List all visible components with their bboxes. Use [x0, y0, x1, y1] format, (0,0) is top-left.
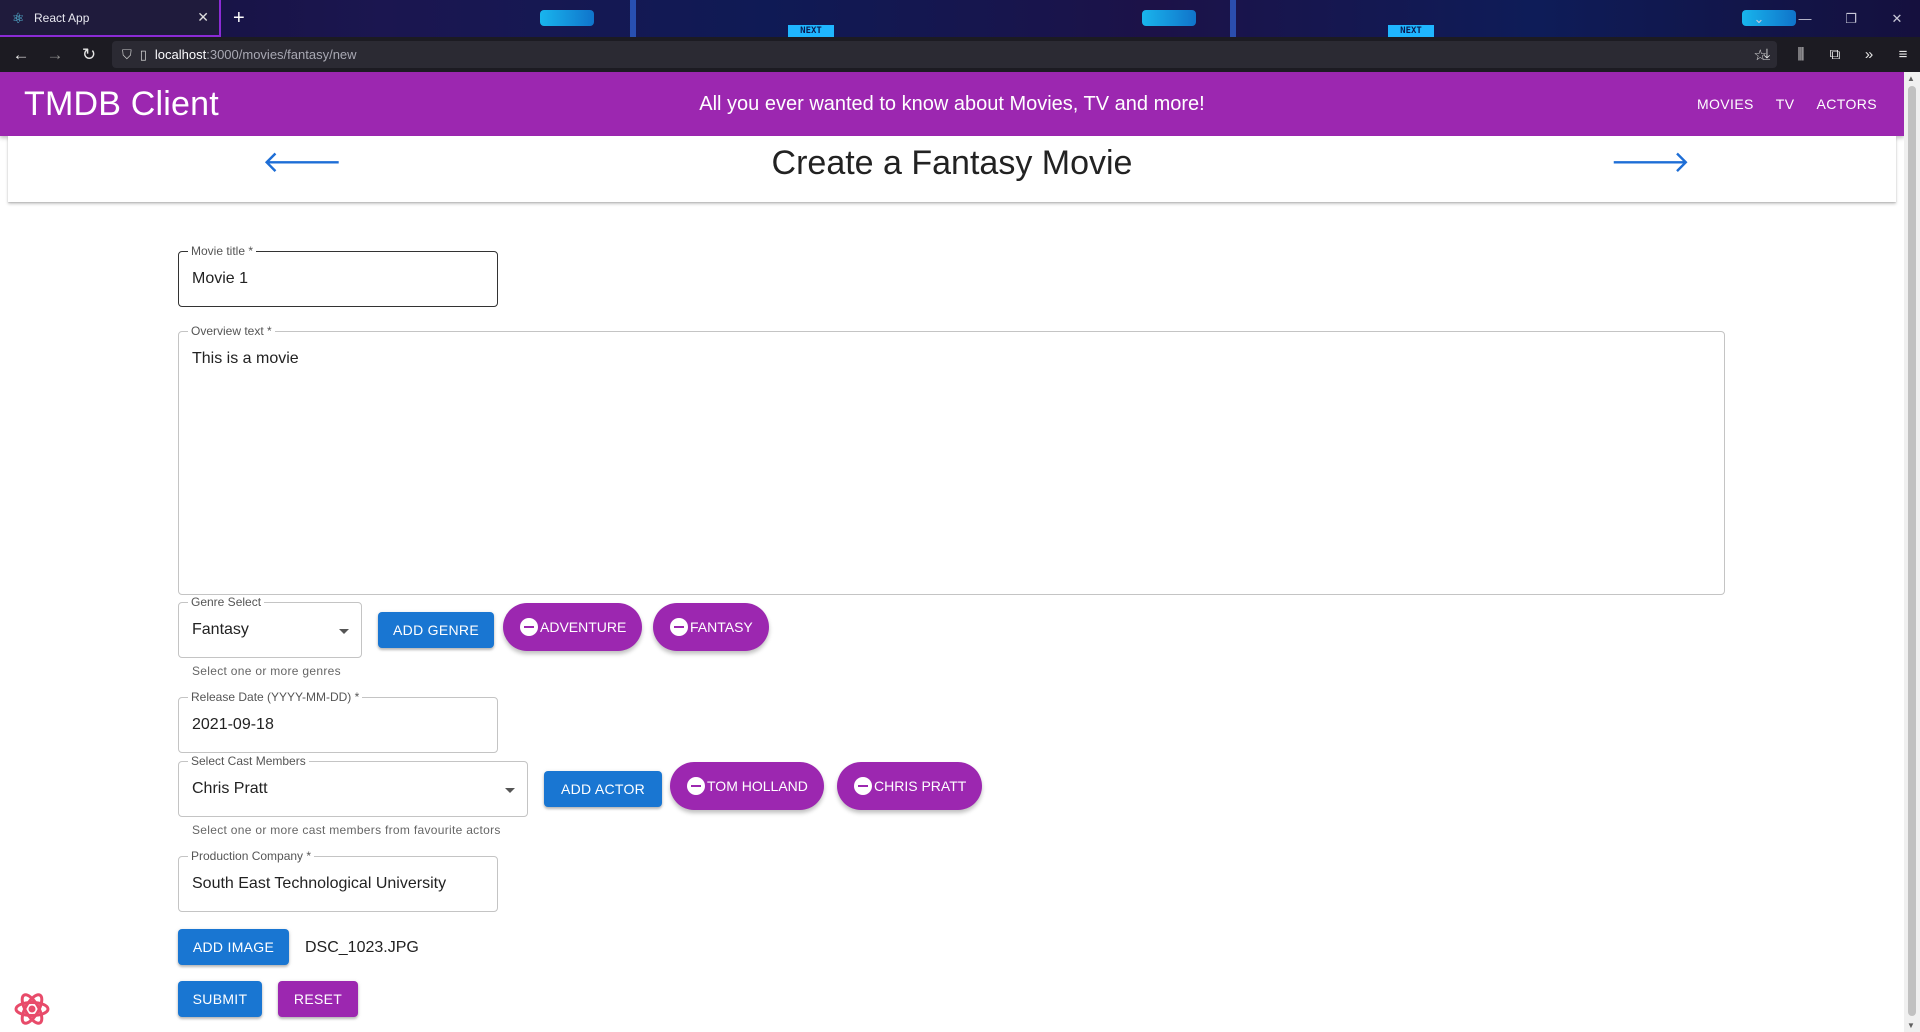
- library-icon[interactable]: ⫼: [1784, 46, 1818, 63]
- production-company-value[interactable]: South East Technological University: [192, 875, 446, 893]
- add-image-button[interactable]: ADD IMAGE: [178, 929, 289, 965]
- browser-tab[interactable]: ⚛ React App ✕: [0, 0, 221, 37]
- cast-select[interactable]: Select Cast Members Chris Pratt: [178, 754, 528, 817]
- back-icon[interactable]: ←: [4, 45, 38, 65]
- genre-select-label: Genre Select: [188, 595, 265, 609]
- cast-chip[interactable]: CHRIS PRATT: [837, 762, 983, 810]
- cast-chip-label: TOM HOLLAND: [707, 778, 808, 794]
- cast-chip[interactable]: TOM HOLLAND: [670, 762, 824, 810]
- tab-title: React App: [34, 10, 90, 25]
- page-header: 🡐 Create a Fantasy Movie 🡒: [8, 136, 1896, 202]
- remove-circle-icon[interactable]: [670, 618, 688, 636]
- close-window-icon[interactable]: ✕: [1874, 0, 1920, 37]
- address-bar[interactable]: ⛉ ▯ localhost:3000/movies/fantasy/new ☆: [112, 41, 1777, 68]
- url-text[interactable]: localhost:3000/movies/fantasy/new: [155, 47, 357, 62]
- submit-button[interactable]: SUBMIT: [178, 981, 262, 1017]
- tab-bar-decoration: [1230, 0, 1236, 37]
- menu-icon[interactable]: ≡: [1886, 46, 1920, 63]
- arrow-forward-icon[interactable]: 🡒: [1610, 144, 1690, 180]
- genre-select[interactable]: Genre Select Fantasy: [178, 595, 362, 658]
- restore-icon[interactable]: ❐: [1828, 0, 1874, 37]
- menu-item-tv[interactable]: TV: [1765, 88, 1806, 120]
- image-filename: DSC_1023.JPG: [305, 939, 419, 956]
- forward-icon[interactable]: →: [38, 45, 72, 65]
- window-controls: ⌄ — ❐ ✕: [1736, 0, 1920, 37]
- release-date-value[interactable]: 2021-09-18: [192, 716, 274, 734]
- page-content: TMDB Client All you ever wanted to know …: [0, 72, 1904, 1032]
- cast-select-label: Select Cast Members: [188, 754, 309, 768]
- scroll-up-arrow-icon[interactable]: ▲: [1907, 74, 1915, 83]
- browser-toolbar-right: ⤓ ⫼ ⧉ » ≡: [1750, 37, 1920, 72]
- genre-chip-label: ADVENTURE: [540, 619, 627, 635]
- cast-helper-text: Select one or more cast members from fav…: [192, 823, 501, 837]
- dropdown-arrow-icon[interactable]: [505, 788, 515, 793]
- page-scrollbar[interactable]: ▲ ▼: [1904, 72, 1920, 1032]
- brand-title: TMDB Client: [24, 84, 219, 123]
- movie-title-label: Movie title *: [188, 244, 257, 258]
- remove-circle-icon[interactable]: [854, 777, 872, 795]
- overview-label: Overview text *: [188, 324, 275, 338]
- list-all-tabs-icon[interactable]: ⌄: [1736, 0, 1782, 37]
- react-favicon-icon: ⚛: [12, 9, 25, 26]
- tab-bar-decoration-text: NEXT: [1388, 25, 1434, 37]
- scrollbar-thumb[interactable]: [1908, 86, 1916, 1016]
- tab-bar-decoration: [630, 0, 636, 37]
- production-company-field[interactable]: Production Company * South East Technolo…: [178, 849, 498, 912]
- main-menu: MOVIES TV ACTORS: [1686, 88, 1888, 120]
- genre-chip-label: FANTASY: [690, 619, 753, 635]
- cast-select-value: Chris Pratt: [192, 780, 268, 797]
- url-path: :3000/movies/fantasy/new: [206, 47, 357, 62]
- browser-nav-bar: ← → ↻ ⛉ ▯ localhost:3000/movies/fantasy/…: [0, 37, 1920, 72]
- release-date-field[interactable]: Release Date (YYYY-MM-DD) * 2021-09-18: [178, 690, 498, 753]
- extensions-icon[interactable]: ⧉: [1818, 46, 1852, 63]
- tab-bar-decoration-text: NEXT: [788, 25, 834, 37]
- new-tab-button[interactable]: +: [233, 6, 245, 30]
- genre-chip[interactable]: ADVENTURE: [503, 603, 643, 651]
- url-host: localhost: [154, 47, 207, 62]
- overview-value[interactable]: This is a movie: [192, 350, 299, 368]
- genre-select-value: Fantasy: [192, 621, 249, 638]
- movie-title-field[interactable]: Movie title * Movie 1: [178, 244, 498, 307]
- minimize-icon[interactable]: —: [1782, 0, 1828, 37]
- movie-title-value[interactable]: Movie 1: [192, 270, 248, 288]
- reset-button[interactable]: RESET: [278, 981, 358, 1017]
- tagline: All you ever wanted to know about Movies…: [0, 93, 1904, 116]
- downloads-icon[interactable]: ⤓: [1750, 46, 1784, 63]
- app-bar: TMDB Client All you ever wanted to know …: [0, 72, 1904, 136]
- page-icon: ▯: [139, 46, 147, 62]
- add-genre-button[interactable]: ADD GENRE: [378, 612, 494, 648]
- add-actor-button[interactable]: ADD ACTOR: [544, 771, 662, 807]
- remove-circle-icon[interactable]: [520, 618, 538, 636]
- remove-circle-icon[interactable]: [687, 777, 705, 795]
- scroll-down-arrow-icon[interactable]: ▼: [1907, 1021, 1915, 1030]
- browser-tab-bar: NEXT NEXT ⚛ React App ✕ + ⌄ — ❐ ✕: [0, 0, 1920, 37]
- production-company-label: Production Company *: [188, 849, 315, 863]
- reload-icon[interactable]: ↻: [72, 45, 106, 65]
- cast-chip-label: CHRIS PRATT: [874, 778, 967, 794]
- react-devtools-icon[interactable]: [12, 989, 52, 1029]
- release-date-label: Release Date (YYYY-MM-DD) *: [188, 690, 363, 704]
- overflow-chevron-icon[interactable]: »: [1852, 46, 1886, 63]
- genre-helper-text: Select one or more genres: [192, 664, 341, 678]
- tagline-text: All you ever wanted to know about Movies…: [699, 92, 1205, 115]
- genre-chip[interactable]: FANTASY: [653, 603, 769, 651]
- tab-bar-decoration: [1142, 10, 1196, 26]
- close-tab-icon[interactable]: ✕: [197, 9, 209, 26]
- dropdown-arrow-icon[interactable]: [339, 629, 349, 634]
- tab-bar-decoration: [520, 0, 640, 37]
- menu-item-actors[interactable]: ACTORS: [1806, 88, 1889, 120]
- overview-field[interactable]: Overview text * This is a movie: [178, 324, 1725, 595]
- shield-icon[interactable]: ⛉: [122, 47, 132, 63]
- menu-item-movies[interactable]: MOVIES: [1686, 88, 1765, 120]
